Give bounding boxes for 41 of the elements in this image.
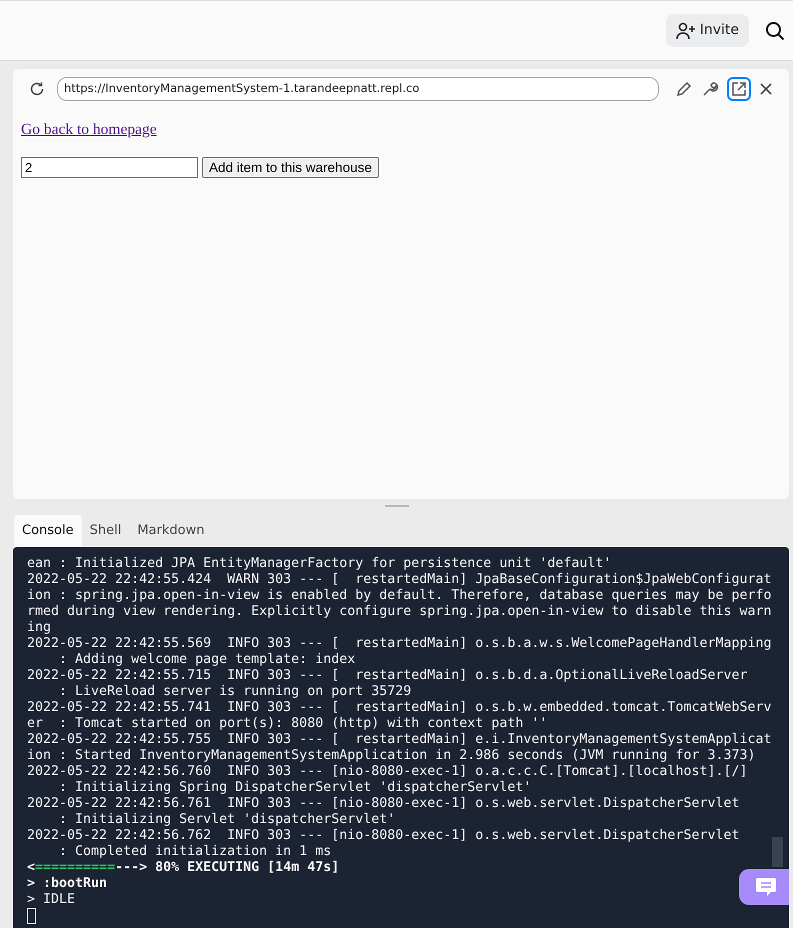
wrench-icon[interactable] bbox=[701, 80, 719, 98]
search-icon[interactable] bbox=[765, 20, 785, 40]
scrollbar[interactable] bbox=[772, 836, 783, 866]
edit-icon[interactable] bbox=[675, 80, 693, 98]
log-line: 2022-05-22 22:42:56.761 INFO 303 --- [nio-8080-exec-1] o.s.web.servlet.DispatcherServlet bbox=[27, 796, 740, 812]
chat-button[interactable] bbox=[739, 868, 789, 904]
log-line: ean : Initialized JPA EntityManagerFactory for persistence unit 'default' bbox=[27, 556, 612, 572]
console-tab[interactable]: Markdown bbox=[129, 515, 212, 546]
console-tab[interactable]: Shell bbox=[82, 515, 130, 546]
reload-icon[interactable] bbox=[29, 81, 45, 97]
add-item-button[interactable]: Add item to this warehouse bbox=[202, 157, 379, 178]
log-line: 2022-05-22 22:42:56.760 INFO 303 --- [nio-8080-exec-1] o.a.c.c.C.[Tomcat].[localhost].[/] bbox=[27, 764, 748, 780]
log-line: rmed during view rendering. Explicitly configure spring.jpa.open-in-view to disable this warn bbox=[27, 604, 772, 620]
homepage-link[interactable]: Go back to homepage bbox=[21, 121, 157, 138]
log-line: ion : Started InventoryManagementSystemApplication in 2.986 seconds (JVM running for 3.373) bbox=[27, 748, 756, 764]
progress-line: <==========---> 80% EXECUTING [14m 47s] bbox=[27, 860, 340, 876]
log-line: : LiveReload server is running on port 35729 bbox=[58, 684, 412, 700]
log-line: > :bootRun bbox=[27, 876, 108, 892]
log-line: 2022-05-22 22:42:55.569 INFO 303 --- [ restartedMain] o.s.b.a.w.s.WelcomePageHandlerMapping bbox=[27, 636, 772, 652]
log-line: 2022-05-22 22:42:55.741 INFO 303 --- [ restartedMain] o.s.b.w.embedded.tomcat.TomcatWebServ bbox=[27, 700, 772, 716]
log-line: 2022-05-22 22:42:55.755 INFO 303 --- [ restartedMain] e.i.InventoryManagementSystemApplicat bbox=[27, 732, 772, 748]
log-line: : Initializing Servlet 'dispatcherServlet' bbox=[58, 812, 396, 828]
log-line: ing bbox=[27, 620, 52, 636]
log-line: 2022-05-22 22:42:55.715 INFO 303 --- [ restartedMain] o.s.b.d.a.OptionalLiveReloadServer bbox=[27, 668, 748, 684]
open-in-new-tab-icon[interactable] bbox=[727, 77, 751, 101]
log-line: : Adding welcome page template: index bbox=[58, 652, 356, 668]
url-field[interactable]: https://InventoryManagementSystem-1.tarandeepnatt.repl.co bbox=[57, 77, 659, 101]
chat-icon bbox=[755, 876, 777, 896]
log-line: 2022-05-22 22:42:55.424 WARN 303 --- [ restartedMain] JpaBaseConfiguration$JpaWebConfigurat bbox=[27, 572, 772, 588]
invite-button[interactable]: Invite bbox=[666, 14, 749, 47]
log-line: 2022-05-22 22:42:56.762 INFO 303 --- [nio-8080-exec-1] o.s.web.servlet.DispatcherServlet bbox=[27, 828, 740, 844]
log-line: ion : spring.jpa.open-in-view is enabled by default. Therefore, database queries may be perfo bbox=[27, 588, 772, 604]
console-tab[interactable]: Console bbox=[14, 515, 82, 546]
add-person-icon bbox=[676, 22, 696, 40]
text-cursor bbox=[27, 908, 36, 924]
log-line: : Initializing Spring DispatcherServlet 'dispatcherServlet' bbox=[58, 780, 532, 796]
log-line: er : Tomcat started on port(s): 8080 (http) with context path '' bbox=[27, 716, 548, 732]
log-line: : Completed initialization in 1 ms bbox=[58, 844, 332, 860]
log-line: > IDLE bbox=[27, 892, 76, 908]
quantity-field[interactable]: 2 bbox=[21, 157, 198, 178]
close-icon[interactable] bbox=[759, 82, 773, 96]
